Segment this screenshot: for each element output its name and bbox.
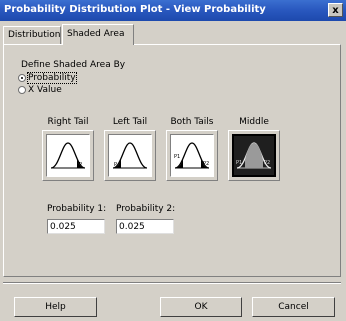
both-tails-label: Both Tails [170, 117, 214, 127]
left-tail-option[interactable]: P [104, 130, 156, 181]
right-tail-label: Right Tail [47, 117, 89, 127]
right-tail-box: P [46, 134, 90, 177]
radio-probability-button[interactable] [18, 74, 26, 82]
probability-1-input[interactable] [47, 219, 105, 234]
tab-distribution-label: Distribution [8, 30, 61, 40]
radio-probability[interactable]: Probability [18, 72, 77, 84]
radio-x-value[interactable]: X Value [18, 85, 62, 95]
left-tail-curve-icon: P [112, 142, 148, 169]
radio-probability-label: Probability [27, 72, 77, 84]
define-heading: Define Shaded Area By [21, 60, 126, 70]
probability-1-label: Probability 1: [47, 204, 107, 214]
window-title: Probability Distribution Plot - View Pro… [4, 4, 266, 15]
cancel-button[interactable]: Cancel [252, 297, 335, 317]
probability-2-label: Probability 2: [116, 204, 176, 214]
left-tail-label: Left Tail [112, 117, 148, 127]
svg-text:P: P [114, 162, 117, 168]
middle-box: P1 P2 [232, 134, 276, 177]
both-tails-curve-icon: P1 P2 [174, 142, 210, 169]
right-tail-curve-icon: P [50, 142, 86, 169]
middle-option[interactable]: P1 P2 [228, 130, 280, 181]
radio-x-value-button[interactable] [18, 86, 26, 94]
close-icon: x [332, 5, 339, 16]
tab-panel-shaded-area: Define Shaded Area By Probability X Valu… [3, 44, 341, 277]
svg-text:P: P [79, 162, 82, 168]
ok-button[interactable]: OK [160, 297, 242, 317]
svg-text:P2: P2 [203, 161, 209, 167]
right-tail-option[interactable]: P [42, 130, 94, 181]
tab-shaded-area-label: Shaded Area [67, 29, 125, 39]
tab-distribution[interactable]: Distribution [3, 26, 61, 44]
middle-curve-icon: P1 P2 [236, 142, 272, 169]
svg-text:P1: P1 [174, 154, 180, 160]
svg-text:P2: P2 [264, 160, 270, 166]
middle-label: Middle [239, 117, 269, 127]
tab-shaded-area[interactable]: Shaded Area [62, 24, 134, 45]
both-tails-box: P1 P2 [170, 134, 214, 177]
probability-2-input[interactable] [116, 219, 174, 234]
radio-x-value-label: X Value [28, 85, 62, 95]
close-button[interactable]: x [328, 3, 343, 17]
both-tails-option[interactable]: P1 P2 [166, 130, 218, 181]
help-button[interactable]: Help [14, 297, 97, 317]
button-separator [3, 282, 341, 284]
svg-text:P1: P1 [236, 160, 242, 166]
left-tail-box: P [108, 134, 152, 177]
title-bar: Probability Distribution Plot - View Pro… [0, 0, 346, 21]
